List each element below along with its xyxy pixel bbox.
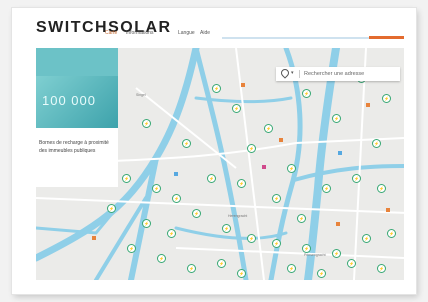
charging-station-marker[interactable]: ⚡ bbox=[377, 184, 386, 193]
charging-station-marker[interactable]: ⚡ bbox=[247, 234, 256, 243]
address-search[interactable]: ▾ Rechercher une adresse bbox=[276, 67, 400, 81]
charging-station-marker[interactable]: ⚡ bbox=[287, 264, 296, 273]
charging-station-marker[interactable]: ⚡ bbox=[172, 194, 181, 203]
poi-marker[interactable] bbox=[174, 172, 178, 176]
poi-marker[interactable] bbox=[386, 208, 390, 212]
charging-station-marker[interactable]: ⚡ bbox=[387, 229, 396, 238]
charging-station-marker[interactable]: ⚡ bbox=[317, 269, 326, 278]
charging-station-marker[interactable]: ⚡ bbox=[362, 234, 371, 243]
poi-marker[interactable] bbox=[92, 236, 96, 240]
site-header: SWITCHSOLAR Carte Informations Langue Ai… bbox=[12, 8, 416, 48]
info-panel: 100 000 Bornes de recharge à proximité d… bbox=[36, 48, 118, 187]
poi-marker[interactable] bbox=[338, 151, 342, 155]
charging-station-marker[interactable]: ⚡ bbox=[322, 184, 331, 193]
app-window: SWITCHSOLAR Carte Informations Langue Ai… bbox=[12, 8, 416, 294]
poi-marker[interactable] bbox=[241, 83, 245, 87]
map-street-label: Prinsengracht bbox=[304, 253, 326, 257]
charging-station-marker[interactable]: ⚡ bbox=[157, 254, 166, 263]
charging-station-marker[interactable]: ⚡ bbox=[142, 219, 151, 228]
panel-stat: 100 000 bbox=[42, 93, 96, 108]
panel-image: 100 000 bbox=[36, 76, 118, 128]
charging-station-marker[interactable]: ⚡ bbox=[212, 84, 221, 93]
charging-station-marker[interactable]: ⚡ bbox=[187, 264, 196, 273]
nav-item-langue[interactable]: Langue bbox=[178, 30, 195, 36]
poi-marker[interactable] bbox=[366, 103, 370, 107]
location-pin-icon bbox=[279, 67, 291, 79]
poi-marker[interactable] bbox=[262, 165, 266, 169]
charging-station-marker[interactable]: ⚡ bbox=[222, 224, 231, 233]
charging-station-marker[interactable]: ⚡ bbox=[182, 139, 191, 148]
charging-station-marker[interactable]: ⚡ bbox=[297, 214, 306, 223]
charging-station-marker[interactable]: ⚡ bbox=[382, 94, 391, 103]
charging-station-marker[interactable]: ⚡ bbox=[272, 194, 281, 203]
map-street-label: Herengracht bbox=[228, 214, 248, 218]
poi-marker[interactable] bbox=[336, 222, 340, 226]
charging-station-marker[interactable]: ⚡ bbox=[352, 174, 361, 183]
map-view[interactable]: Singel Herengracht Prinsengracht ⚡ ⚡ ⚡ ⚡ ⚡ ⚡ ⚡… bbox=[36, 48, 404, 280]
map-street-label: Singel bbox=[136, 93, 146, 97]
charging-station-marker[interactable]: ⚡ bbox=[237, 179, 246, 188]
cta-button[interactable] bbox=[369, 36, 404, 39]
panel-caption: Bornes de recharge à proximité des immeu… bbox=[39, 140, 109, 154]
search-input[interactable]: Rechercher une adresse bbox=[304, 71, 364, 77]
poi-marker[interactable] bbox=[279, 138, 283, 142]
charging-station-marker[interactable]: ⚡ bbox=[107, 204, 116, 213]
charging-station-marker[interactable]: ⚡ bbox=[127, 244, 136, 253]
charging-station-marker[interactable]: ⚡ bbox=[192, 209, 201, 218]
charging-station-marker[interactable]: ⚡ bbox=[167, 229, 176, 238]
panel-header bbox=[36, 48, 118, 76]
chevron-down-icon[interactable]: ▾ bbox=[291, 70, 294, 76]
charging-station-marker[interactable]: ⚡ bbox=[152, 184, 161, 193]
header-divider bbox=[222, 37, 370, 39]
search-divider bbox=[299, 70, 300, 78]
charging-station-marker[interactable]: ⚡ bbox=[237, 269, 246, 278]
charging-station-marker[interactable]: ⚡ bbox=[287, 164, 296, 173]
charging-station-marker[interactable]: ⚡ bbox=[142, 119, 151, 128]
charging-station-marker[interactable]: ⚡ bbox=[302, 244, 311, 253]
charging-station-marker[interactable]: ⚡ bbox=[332, 114, 341, 123]
charging-station-marker[interactable]: ⚡ bbox=[347, 259, 356, 268]
charging-station-marker[interactable]: ⚡ bbox=[247, 144, 256, 153]
charging-station-marker[interactable]: ⚡ bbox=[302, 89, 311, 98]
charging-station-marker[interactable]: ⚡ bbox=[122, 174, 131, 183]
charging-station-marker[interactable]: ⚡ bbox=[217, 259, 226, 268]
nav-item-informations[interactable]: Informations bbox=[126, 30, 154, 36]
charging-station-marker[interactable]: ⚡ bbox=[207, 174, 216, 183]
charging-station-marker[interactable]: ⚡ bbox=[232, 104, 241, 113]
charging-station-marker[interactable]: ⚡ bbox=[372, 139, 381, 148]
charging-station-marker[interactable]: ⚡ bbox=[272, 239, 281, 248]
charging-station-marker[interactable]: ⚡ bbox=[377, 264, 386, 273]
charging-station-marker[interactable]: ⚡ bbox=[264, 124, 273, 133]
nav-item-aide[interactable]: Aide bbox=[200, 30, 210, 36]
nav-item-carte[interactable]: Carte bbox=[105, 30, 117, 36]
charging-station-marker[interactable]: ⚡ bbox=[332, 249, 341, 258]
